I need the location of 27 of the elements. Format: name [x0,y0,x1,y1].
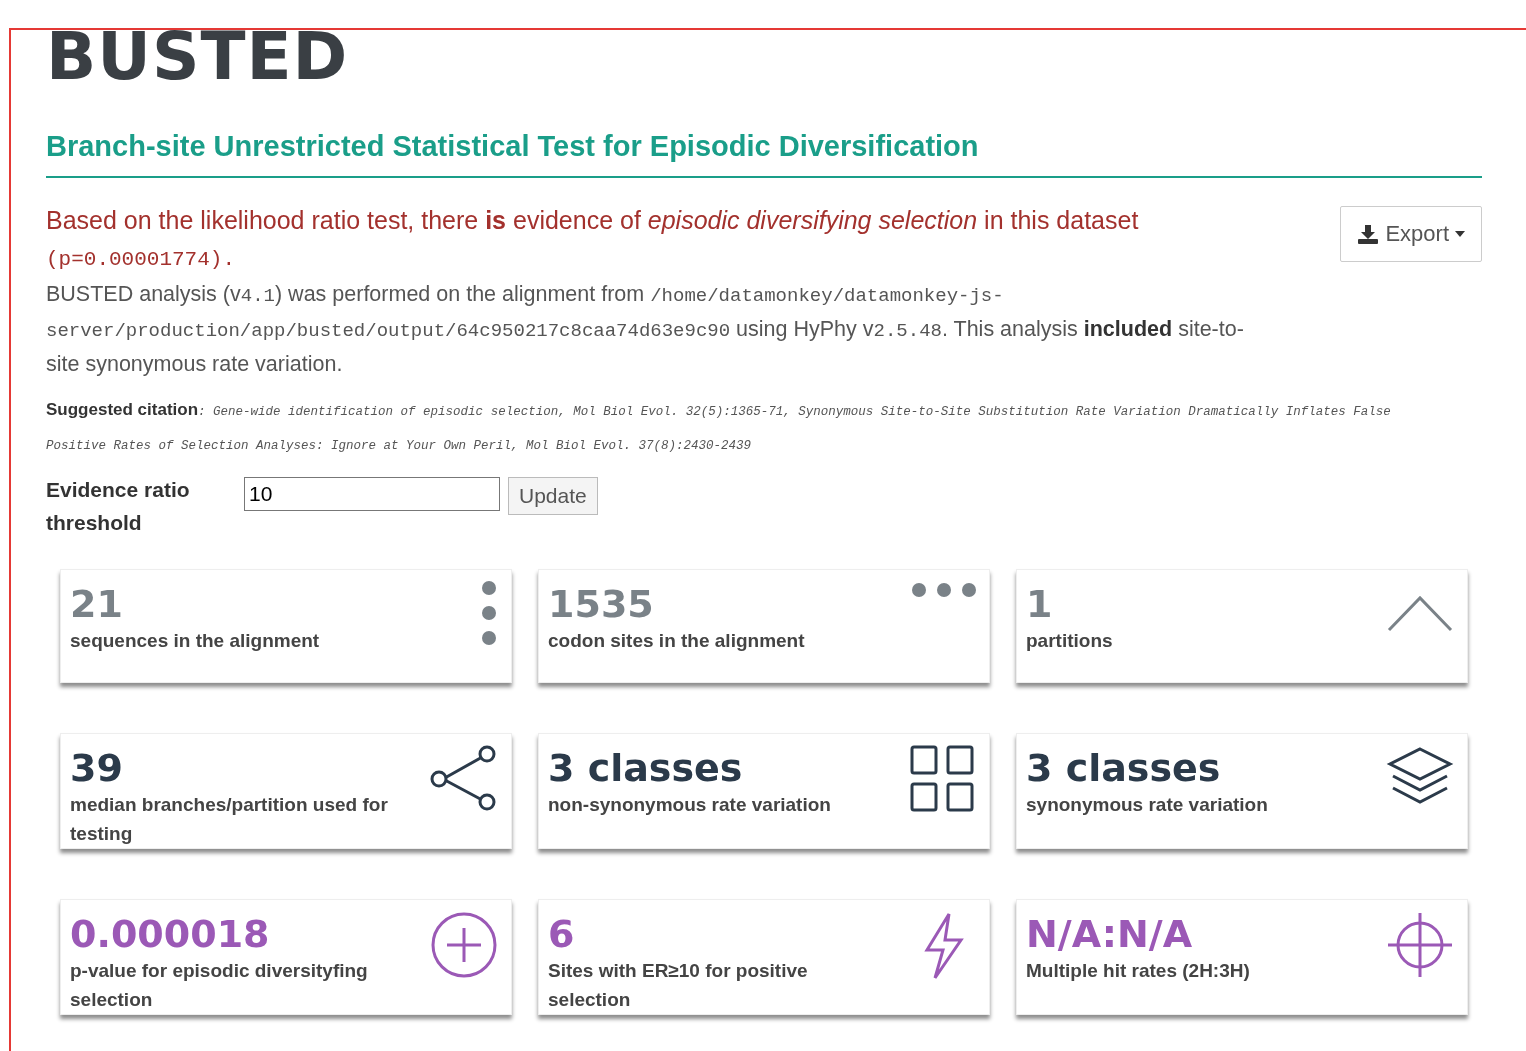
stat-label: p-value for episodic diversityfing selection [70,959,369,1012]
stat-value: 3 classes [548,746,744,790]
stat-label: codon sites in the alignment [548,629,806,653]
analysis-paragraph: BUSTED analysis (v4.1) was performed on the alignment from /home/datamonkey/datamonkey-js-server/production/app/busted/output/64c950217c8caa74d63e9c90 using HyPhy v2.5.48. This analysis included site-to-site synonymous rate variation. [46,281,1245,378]
stat-label: Sites with ER≥10 for positive selection [548,959,809,1012]
stat-label: median branches/partition used for testing [70,793,389,846]
stat-label: sequences in the alignment [70,629,321,653]
stat-label: synonymous rate variation [1026,793,1269,817]
update-button[interactable]: Update [508,477,598,515]
stat-value: 1535 [548,582,655,626]
result-sentence: Based on the likelihood ratio test, there is evidence of episodic diversifying selection in this dataset (p=0.00001774). [46,205,1140,273]
stat-value: N/A:N/A [1026,912,1194,956]
stat-value: 6 [548,912,576,956]
page-title: BUSTED [46,30,350,90]
export-button[interactable]: Export [1340,206,1482,262]
stat-label: Multiple hit rates (2H:3H) [1026,959,1251,983]
page-subtitle: Branch-site Unrestricted Statistical Test for Episodic Diversification [46,129,980,164]
stat-value: 39 [70,746,124,790]
stat-value: 1 [1026,582,1054,626]
stat-value: 0.000018 [70,912,271,956]
stat-value: 21 [70,582,124,626]
citation-text: Suggested citation: Gene-wide identification of episodic selection, Mol Biol Evol. 32(5):1365-71, Synonymous Site-to-Site Substitution Rate Variation Dramatically Inflates False Positive Rates of Selection Analyses: Ignore at Your Own Peril, Mol Biol Evol. 37(8):2430-2439 [46,399,1392,455]
threshold-label: Evidence ratio threshold [46,477,191,536]
stat-value: 3 classes [1026,746,1222,790]
threshold-input[interactable]: 10 [244,477,500,511]
stat-label: partitions [1026,629,1114,653]
stat-label: non-synonymous rate variation [548,793,832,817]
